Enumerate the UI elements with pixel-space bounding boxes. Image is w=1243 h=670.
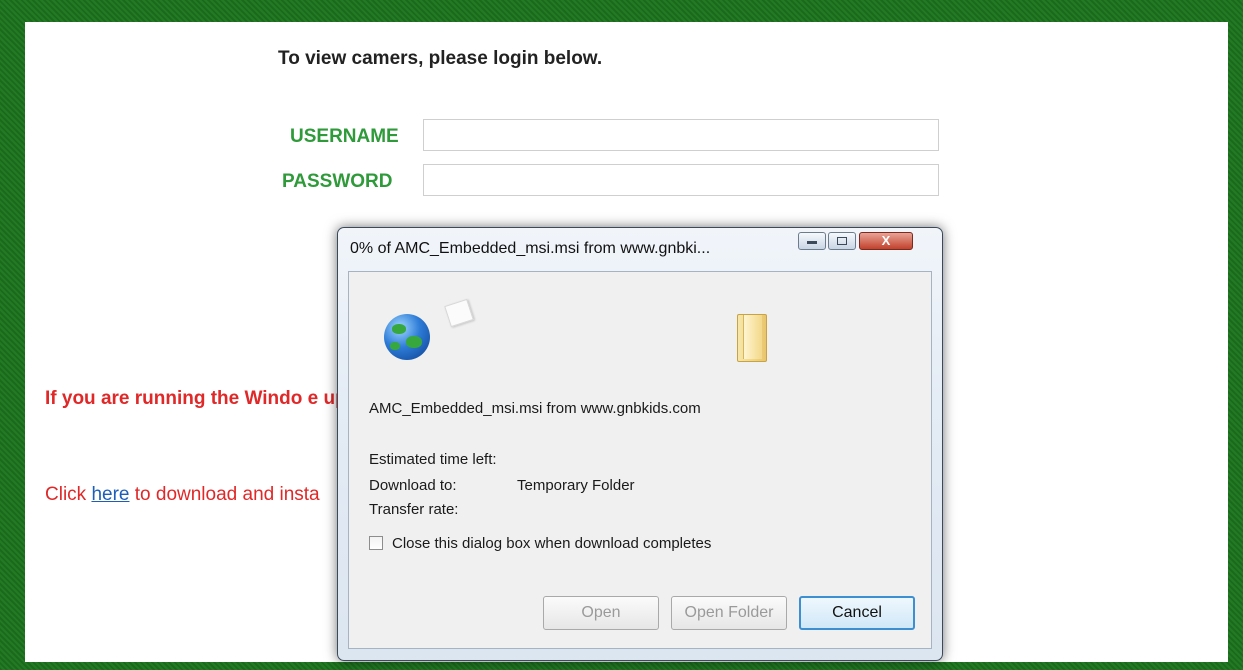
password-label: PASSWORD [282, 171, 393, 192]
close-button[interactable]: X [859, 232, 913, 250]
maximize-button[interactable] [828, 232, 856, 250]
password-field[interactable] [423, 164, 939, 196]
close-icon: X [881, 233, 891, 248]
document-icon [444, 298, 474, 328]
username-field[interactable] [423, 119, 939, 151]
click-suffix: to download and insta [129, 484, 320, 505]
cancel-button[interactable]: Cancel [799, 596, 915, 630]
file-source-text: AMC_Embedded_msi.msi from www.gnbkids.co… [369, 400, 701, 417]
username-label: USERNAME [290, 126, 399, 147]
globe-icon [384, 314, 430, 360]
download-link[interactable]: here [91, 484, 129, 505]
download-to-label: Download to: [369, 477, 457, 494]
click-prefix: Click [45, 484, 92, 505]
open-folder-button[interactable]: Open Folder [671, 596, 787, 630]
download-to-value: Temporary Folder [517, 477, 635, 494]
open-button[interactable]: Open [543, 596, 659, 630]
close-on-complete-checkbox[interactable] [369, 536, 383, 550]
maximize-icon [837, 237, 847, 245]
estimated-time-label: Estimated time left: [369, 451, 497, 468]
dialog-title: 0% of AMC_Embedded_msi.msi from www.gnbk… [350, 240, 711, 257]
download-dialog: 0% of AMC_Embedded_msi.msi from www.gnbk… [337, 227, 943, 661]
dialog-body: AMC_Embedded_msi.msi from www.gnbkids.co… [348, 271, 932, 649]
checkbox-label[interactable]: Close this dialog box when download comp… [392, 535, 711, 552]
folder-icon [737, 314, 767, 362]
transfer-rate-label: Transfer rate: [369, 501, 459, 518]
download-instructions: Click here to download and insta [45, 484, 320, 506]
minimize-button[interactable] [798, 232, 826, 250]
page-heading: To view camers, please login below. [278, 48, 603, 69]
minimize-icon [807, 241, 817, 244]
